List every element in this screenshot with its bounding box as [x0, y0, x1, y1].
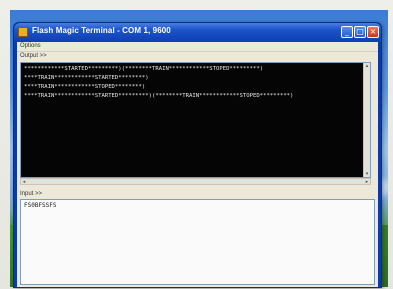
output-terminal[interactable]: ************STARTED*********)(********TR… [20, 62, 371, 178]
scroll-right-icon[interactable]: ▸ [364, 179, 370, 185]
menu-bar: Options [17, 42, 378, 52]
input-value: FS0BFSSFS [24, 202, 57, 209]
terminal-window: Flash Magic Terminal - COM 1, 9600 _ □ ×… [13, 22, 382, 288]
app-icon [18, 27, 28, 37]
input-label: Input >> [20, 191, 43, 197]
output-lines: ************STARTED*********)(********TR… [24, 65, 293, 101]
window-title: Flash Magic Terminal - COM 1, 9600 [32, 26, 171, 35]
output-label: Output >> [20, 53, 47, 59]
title-bar[interactable]: Flash Magic Terminal - COM 1, 9600 _ □ × [14, 23, 381, 42]
menu-options[interactable]: Options [20, 43, 41, 49]
maximize-icon[interactable]: □ [354, 26, 366, 38]
minimize-icon[interactable]: _ [341, 26, 353, 38]
window-client-area: Options Output >> ************STARTED***… [17, 42, 378, 287]
close-icon[interactable]: × [367, 26, 379, 38]
scroll-left-icon[interactable]: ◂ [21, 179, 27, 185]
output-line: ****TRAIN************STARTED*********)(*… [24, 93, 294, 99]
scroll-down-icon[interactable]: ▾ [364, 171, 370, 177]
output-line: ****TRAIN************STARTED********) [24, 75, 149, 81]
output-line: ************STARTED*********)(********TR… [24, 66, 264, 72]
output-line: ****TRAIN************STOPED********) [24, 84, 146, 90]
input-terminal[interactable]: FS0BFSSFS [20, 199, 375, 285]
scroll-up-icon[interactable]: ▴ [364, 63, 370, 69]
vertical-scrollbar[interactable]: ▴ ▾ [363, 63, 370, 177]
horizontal-scrollbar[interactable]: ◂ ▸ [20, 178, 371, 185]
